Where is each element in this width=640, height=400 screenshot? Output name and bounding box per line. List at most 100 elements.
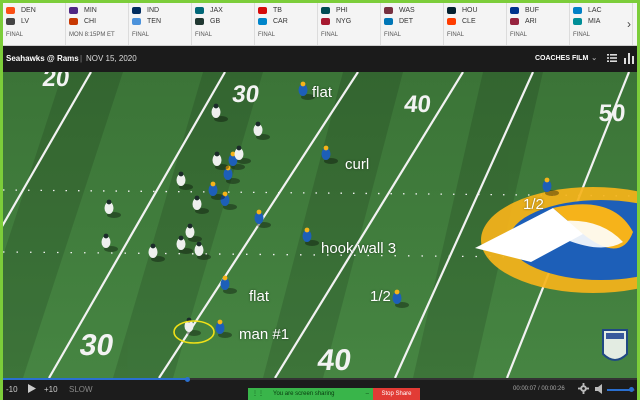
game-status: FINAL	[6, 32, 24, 38]
team-logo-icon	[510, 7, 519, 14]
away-team: IND	[147, 7, 160, 14]
route-label: man #1	[239, 326, 290, 343]
team-logo-icon	[573, 18, 582, 25]
team-logo-icon	[195, 18, 204, 25]
route-label: flat	[312, 84, 333, 101]
team-logo-icon	[447, 18, 456, 25]
list-icon[interactable]	[607, 53, 617, 63]
game-status: MON 8:15PM ET	[69, 32, 115, 38]
bar-chart-icon[interactable]	[624, 53, 634, 64]
score-tile[interactable]: HOU CLE FINAL	[444, 3, 507, 45]
team-logo-icon	[321, 7, 330, 14]
team-logo-icon	[6, 7, 15, 14]
score-tile[interactable]: PHI NYG FINAL	[318, 3, 381, 45]
score-tile[interactable]: MIN CHI MON 8:15PM ET	[66, 3, 129, 45]
team-logo-icon	[69, 18, 78, 25]
game-status: FINAL	[573, 32, 591, 38]
score-tile[interactable]: IND TEN FINAL	[129, 3, 192, 45]
screen-share-banner: ⋮⋮ You are screen sharing –	[248, 388, 373, 400]
team-logo-icon	[573, 7, 582, 14]
playback-controls: -10 +10 SLOW ⋮⋮ You are screen sharing –…	[3, 377, 637, 400]
score-tile[interactable]: TB CAR FINAL	[255, 3, 318, 45]
volume-slider[interactable]	[607, 387, 635, 392]
game-film-video[interactable]: 20 30 40 50 30 40 flat curl 1/2 hook wall 3 f…	[3, 72, 637, 378]
game-status: FINAL	[447, 32, 465, 38]
field-drawing: 20 30 40 50 30 40	[3, 72, 637, 378]
score-tile[interactable]: DEN LV FINAL	[3, 3, 66, 45]
away-team: HOU	[462, 7, 478, 14]
team-logo-icon	[132, 18, 141, 25]
score-tile[interactable]: WAS DET FINAL	[381, 3, 444, 45]
progress-handle[interactable]	[184, 377, 190, 382]
screen-share-message: You are screen sharing	[273, 391, 335, 397]
team-logo-icon	[321, 18, 330, 25]
playback-time: 00:00:07 / 00:00:26	[513, 386, 565, 392]
game-status: FINAL	[384, 32, 402, 38]
home-team: NYG	[336, 18, 352, 25]
game-title: Seahawks @ Rams	[6, 54, 79, 63]
volume-icon[interactable]	[595, 384, 605, 394]
home-team: CLE	[462, 18, 476, 25]
team-logo-icon	[195, 7, 204, 14]
team-logo-icon	[69, 7, 78, 14]
drag-handle-icon[interactable]: ⋮⋮	[252, 388, 264, 400]
progress-bar[interactable]	[3, 377, 637, 382]
home-team: GB	[210, 18, 221, 25]
play-icon[interactable]	[28, 384, 36, 393]
score-tile[interactable]: JAX GB FINAL	[192, 3, 255, 45]
game-status: FINAL	[258, 32, 276, 38]
home-team: ARI	[525, 18, 537, 25]
score-tile[interactable]: BUF ARI FINAL	[507, 3, 570, 45]
home-team: CAR	[273, 18, 288, 25]
team-logo-icon	[447, 7, 456, 14]
route-label: 1/2	[523, 196, 544, 213]
title-separator: |	[80, 54, 83, 63]
stop-share-button[interactable]: Stop Share	[373, 388, 420, 400]
game-status: FINAL	[321, 32, 339, 38]
away-team: PHI	[336, 7, 348, 14]
yard-number: 40	[315, 344, 353, 377]
home-team: DET	[399, 18, 413, 25]
game-date: NOV 15, 2020	[86, 54, 137, 63]
team-logo-icon	[258, 18, 267, 25]
route-label: curl	[345, 156, 370, 173]
away-team: LAC	[588, 7, 602, 14]
yard-number: 30	[77, 329, 116, 362]
route-label: hook wall 3	[321, 240, 397, 257]
away-team: TB	[273, 7, 282, 14]
view-dropdown-label: COACHES FILM	[535, 55, 589, 62]
slow-motion-button[interactable]: SLOW	[69, 385, 93, 394]
rewind-10-button[interactable]: -10	[6, 385, 18, 394]
forward-10-button[interactable]: +10	[44, 385, 58, 394]
team-logo-icon	[132, 7, 141, 14]
chevron-right-icon[interactable]: ›	[621, 3, 637, 45]
yard-number: 50	[598, 100, 627, 127]
away-team: WAS	[399, 7, 415, 14]
away-team: DEN	[21, 7, 36, 14]
away-team: MIN	[84, 7, 97, 14]
volume-fill	[607, 389, 631, 391]
team-logo-icon	[384, 7, 393, 14]
away-team: BUF	[525, 7, 539, 14]
volume-handle[interactable]	[628, 387, 634, 392]
game-status: FINAL	[195, 32, 213, 38]
yard-number: 20	[41, 72, 71, 92]
home-team: MIA	[588, 18, 601, 25]
team-logo-icon	[510, 18, 519, 25]
route-label: flat	[249, 288, 270, 305]
away-team: JAX	[210, 7, 223, 14]
route-label: 1/2	[370, 288, 391, 305]
team-logo-icon	[6, 18, 15, 25]
home-team: LV	[21, 18, 30, 25]
view-dropdown[interactable]: COACHES FILM ⌄	[535, 54, 597, 62]
title-bar: Seahawks @ Rams | NOV 15, 2020 COACHES F…	[3, 46, 637, 72]
yard-number: 30	[231, 81, 261, 108]
game-status: FINAL	[132, 32, 150, 38]
home-team: CHI	[84, 18, 97, 25]
chevron-down-icon: ⌄	[591, 55, 598, 62]
minimize-icon[interactable]: –	[366, 388, 369, 400]
home-team: TEN	[147, 18, 161, 25]
gear-icon[interactable]	[578, 383, 589, 394]
game-status: FINAL	[510, 32, 528, 38]
team-logo-icon	[384, 18, 393, 25]
